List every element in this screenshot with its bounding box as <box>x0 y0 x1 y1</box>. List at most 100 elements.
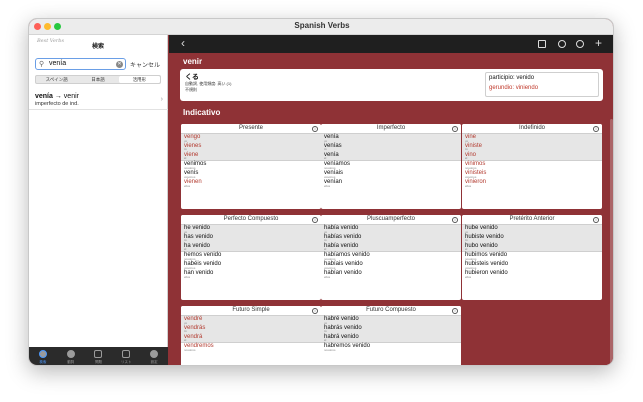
conjugated-form: hube venido <box>465 225 498 231</box>
info-icon[interactable]: i <box>593 217 599 223</box>
conjugation-row[interactable]: venían ellos <box>321 179 461 188</box>
tense-card-header: Futuro Simple i <box>181 306 321 316</box>
conjugation-row[interactable]: venía yo <box>321 134 461 143</box>
conjugation-row[interactable]: venimos nosotros <box>181 161 321 170</box>
singular-group: he venido yo has venido tú ha venido él <box>181 225 321 252</box>
conjugation-row[interactable]: habrás venido tú <box>321 325 461 334</box>
conjugation-row[interactable]: habíais venido vosotros <box>321 261 461 270</box>
pronoun-label: él <box>184 156 187 161</box>
pronoun-label: ellos <box>324 274 331 279</box>
cancel-button[interactable]: キャンセル <box>130 60 160 69</box>
clear-icon[interactable]: ✕ <box>116 60 123 68</box>
nav-bar: ‹ + <box>169 35 613 53</box>
conjugation-row[interactable]: habíamos venido nosotros <box>321 252 461 261</box>
conjugation-row[interactable]: he venido yo <box>181 225 321 234</box>
verb-heading: venir <box>183 57 203 66</box>
conjugation-row[interactable]: hube venido yo <box>462 225 602 234</box>
conjugation-row[interactable]: había venido yo <box>321 225 461 234</box>
conjugation-row[interactable]: veníamos nosotros <box>321 161 461 170</box>
conjugation-row[interactable]: hubisteis venido vosotros <box>462 261 602 270</box>
scrollbar[interactable] <box>610 119 613 365</box>
conjugated-form: hubiste venido <box>465 233 504 240</box>
tab-quiz[interactable]: 問題 <box>85 347 113 365</box>
add-icon[interactable]: + <box>595 36 602 50</box>
tense-card-header: Perfecto Compuesto i <box>181 215 321 225</box>
conjugation-row[interactable]: vendremos nosotros <box>181 343 321 352</box>
speaker-icon[interactable] <box>558 40 566 48</box>
info-icon[interactable] <box>576 40 584 48</box>
tense-card: Indefinido i vine yo viniste tú vino él vinimos n… <box>462 124 602 209</box>
conjugated-form: había venido <box>324 225 359 231</box>
conjugated-form: había venido <box>324 242 359 249</box>
conjugation-row[interactable]: venía él <box>321 152 461 161</box>
conjugation-row[interactable]: habrá venido él <box>321 334 461 343</box>
conjugation-row[interactable]: vinimos nosotros <box>462 161 602 170</box>
pronoun-label: él <box>324 338 327 343</box>
irregular-label: 不規則 <box>185 87 197 92</box>
conjugation-row[interactable]: vine yo <box>462 134 602 143</box>
conjugation-row[interactable]: viniste tú <box>462 143 602 152</box>
conjugation-row[interactable]: había venido él <box>321 243 461 252</box>
conjugation-row[interactable]: hubieron venido ellos <box>462 270 602 279</box>
conjugation-row[interactable]: veníais vosotros <box>321 170 461 179</box>
conjugation-row[interactable]: vengo yo <box>181 134 321 143</box>
pronoun-label: él <box>324 156 327 161</box>
info-icon[interactable]: i <box>452 217 458 223</box>
back-chevron-icon[interactable]: ‹ <box>181 36 185 50</box>
conjugated-form: habías venido <box>324 233 362 240</box>
conjugation-row[interactable]: hubiste venido tú <box>462 234 602 243</box>
conjugation-row[interactable]: vienes tú <box>181 143 321 152</box>
conjugation-row[interactable]: vinisteis vosotros <box>462 170 602 179</box>
tab-settings[interactable]: 設定 <box>140 347 168 365</box>
search-icon: ⚲ <box>39 61 45 68</box>
conjugation-row[interactable]: habías venido tú <box>321 234 461 243</box>
singular-group: vendré yo vendrás tú vendrá él <box>181 316 321 343</box>
segment-spanish[interactable]: スペイン語 <box>36 76 77 83</box>
tense-title: Pluscuamperfecto <box>366 216 416 222</box>
conjugation-row[interactable]: habremos venido nosotros <box>321 343 461 352</box>
pronoun-label: ellos <box>465 183 472 188</box>
conjugation-row[interactable]: venías tú <box>321 143 461 152</box>
conjugation-row[interactable]: han venido ellos <box>181 270 321 279</box>
conjugation-row[interactable]: habré venido yo <box>321 316 461 325</box>
info-icon[interactable]: i <box>593 126 599 132</box>
info-icon[interactable]: i <box>312 217 318 223</box>
conjugation-row[interactable]: vendré yo <box>181 316 321 325</box>
title-bar: Spanish Verbs <box>29 19 613 35</box>
conjugation-row[interactable]: viene él <box>181 152 321 161</box>
search-icon <box>38 350 47 358</box>
info-icon[interactable]: i <box>312 308 318 314</box>
conjugation-row[interactable]: vendrá él <box>181 334 321 343</box>
info-icon[interactable]: i <box>452 308 458 314</box>
conjugation-row[interactable]: vendrás tú <box>181 325 321 334</box>
plural-group: habíamos venido nosotros habíais venido vos… <box>321 251 461 279</box>
tab-search[interactable]: 検索 <box>29 347 57 365</box>
conjugation-row[interactable]: vino él <box>462 152 602 161</box>
tense-title: Presente <box>238 125 263 131</box>
conjugation-row[interactable]: ha venido él <box>181 243 321 252</box>
plural-group: vinimos nosotros vinisteis vosotros vinieron… <box>462 160 602 188</box>
conjugation-row[interactable]: hemos venido nosotros <box>181 252 321 261</box>
segment-japanese[interactable]: 日本語 <box>77 76 118 83</box>
conjugated-form: vendrás <box>184 324 206 331</box>
tab-verbs[interactable]: 動詞 <box>57 347 85 365</box>
info-icon[interactable]: i <box>312 126 318 132</box>
conjugation-row[interactable]: vinieron ellos <box>462 179 602 188</box>
tense-card-header: Pluscuamperfecto i <box>321 215 461 225</box>
info-icon[interactable]: i <box>452 126 458 132</box>
conjugation-row[interactable]: hubo venido él <box>462 243 602 252</box>
search-input[interactable]: ⚲ venía ✕ <box>35 58 126 70</box>
segment-conjugations[interactable]: 活用形 <box>118 76 160 83</box>
conjugation-row[interactable]: hubimos venido nosotros <box>462 252 602 261</box>
tab-bar: 検索 動詞 問題 リスト 設定 <box>29 347 168 365</box>
search-mode-segmented-control: スペイン語 日本語 活用形 <box>35 75 161 84</box>
conjugated-form: he venido <box>184 225 211 231</box>
external-link-icon[interactable] <box>538 40 546 48</box>
conjugation-row[interactable]: venís vosotros <box>181 170 321 179</box>
tab-list[interactable]: リスト <box>112 347 140 365</box>
conjugation-row[interactable]: habían venido ellos <box>321 270 461 279</box>
search-result-item[interactable]: venía → venir imperfecto de ind. › <box>29 92 168 110</box>
conjugation-row[interactable]: vienen ellos <box>181 179 321 188</box>
conjugation-row[interactable]: habéis venido vosotros <box>181 261 321 270</box>
conjugation-row[interactable]: has venido tú <box>181 234 321 243</box>
